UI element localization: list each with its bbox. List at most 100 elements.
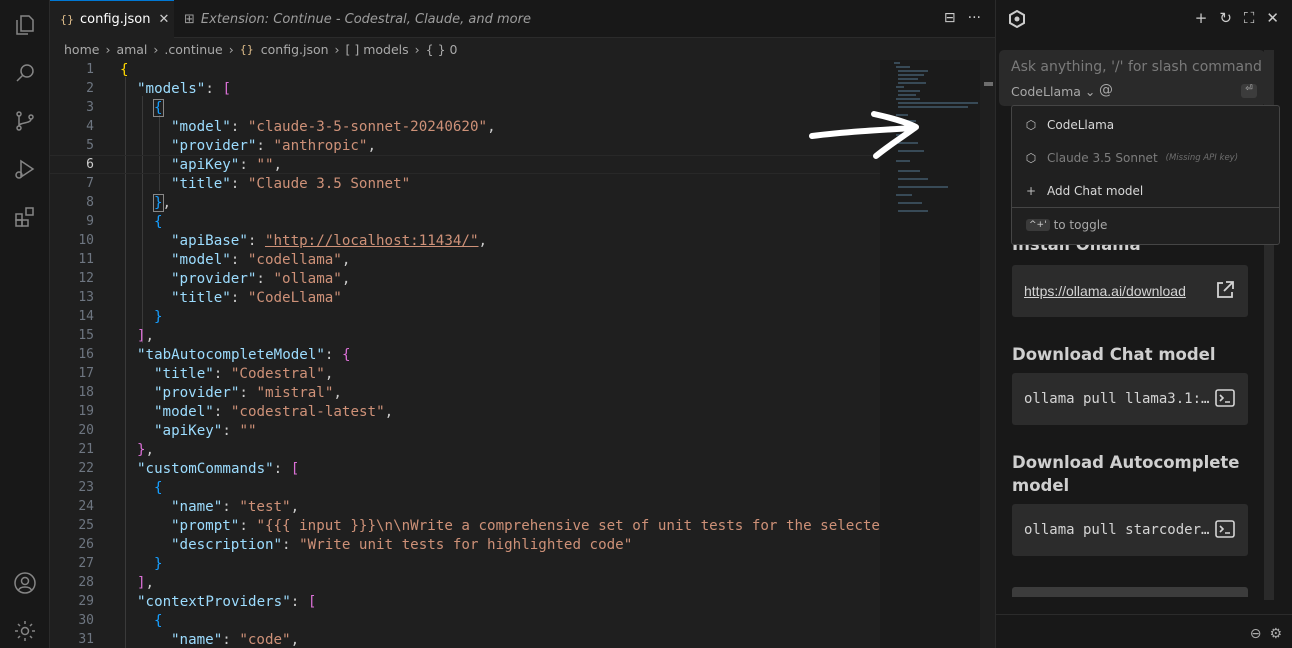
code-token: "customCommands" — [137, 460, 274, 477]
download-autocomplete-heading: Download Autocomplete model — [1012, 453, 1240, 495]
chat-input[interactable]: Ask anything, '/' for slash commands, '@… — [999, 50, 1265, 106]
code-token: "apiKey" — [154, 422, 223, 439]
tab-extension-continue[interactable]: ⊞ Extension: Continue - Codestral, Claud… — [174, 0, 554, 38]
explorer-icon[interactable] — [12, 12, 38, 38]
code-token: : — [230, 118, 248, 135]
tab-config-json[interactable]: {} config.json ✕ — [50, 0, 174, 38]
code-line: 25 "prompt": "{{{ input }}}\n\nWrite a co… — [50, 516, 880, 535]
annotation-arrow-icon — [809, 111, 919, 159]
add-chat-model-button[interactable]: + Add Chat model — [1012, 174, 1279, 207]
model-option-claude[interactable]: ⬡ Claude 3.5 Sonnet (Missing API key) — [1012, 141, 1279, 174]
breadcrumb-item[interactable]: .continue — [164, 42, 222, 57]
continue-button[interactable] — [1012, 587, 1248, 597]
breadcrumb-item[interactable]: amal — [116, 42, 147, 57]
code-token: : — [247, 232, 265, 249]
line-number: 19 — [78, 404, 94, 419]
line-number: 28 — [78, 575, 94, 590]
run-debug-icon[interactable] — [12, 156, 38, 182]
settings-gear-icon[interactable] — [12, 618, 38, 644]
code-token: : — [230, 175, 248, 192]
code-token: : — [230, 251, 248, 268]
model-option-label: Add Chat model — [1047, 183, 1144, 198]
terminal-icon[interactable] — [1214, 518, 1236, 540]
zoom-out-icon[interactable]: ⊖ — [1250, 626, 1262, 642]
close-icon[interactable]: ✕ — [1266, 9, 1279, 27]
code-token: "codellama" — [247, 251, 342, 268]
code-token: [ — [307, 593, 317, 610]
split-editor-icon[interactable]: ⊟ — [944, 10, 956, 26]
editor-scrollbar[interactable] — [982, 60, 995, 648]
autocomplete-cmd-card[interactable]: ollama pull starcoder… — [1012, 504, 1248, 556]
shortcut-key: ^+' — [1026, 219, 1050, 231]
code-line: 12 "provider": "ollama", — [50, 269, 880, 288]
terminal-icon[interactable] — [1214, 387, 1236, 409]
scroll-thumb[interactable] — [984, 82, 993, 86]
code-editor[interactable]: 1{ 2 "models": [ 3{ 4 "model": "claude-3-5… — [50, 60, 880, 648]
fullscreen-icon[interactable]: ⛶ — [1244, 9, 1255, 27]
account-icon[interactable] — [12, 570, 38, 596]
code-line: 13 "title": "CodeLlama" — [50, 288, 880, 307]
history-icon[interactable]: ↻ — [1219, 9, 1232, 27]
code-token: "title" — [154, 365, 214, 382]
model-selector[interactable]: CodeLlama ⌄ — [1011, 84, 1095, 99]
code-token: } — [154, 308, 163, 325]
code-token: { — [154, 479, 163, 496]
code-token: { — [154, 612, 163, 629]
install-link-card[interactable]: https://ollama.ai/download — [1012, 265, 1248, 317]
ollama-download-link[interactable]: https://ollama.ai/download — [1024, 283, 1186, 299]
chevron-right-icon: › — [334, 41, 340, 57]
settings-gear-icon[interactable]: ⚙ — [1269, 626, 1282, 642]
breadcrumb-item[interactable]: { } 0 — [426, 42, 458, 57]
minimap-line — [896, 194, 912, 196]
code-token: "test" — [239, 498, 291, 515]
code-token: : — [256, 270, 274, 287]
code-token: "apiBase" — [171, 232, 248, 249]
chat-cmd-card[interactable]: ollama pull llama3.1:… — [1012, 373, 1248, 425]
minimap-line — [896, 98, 920, 100]
panel-actions: + ↻ ⛶ ✕ — [1195, 9, 1279, 27]
code-token: : — [324, 346, 343, 363]
autocomplete-cmd-text: ollama pull starcoder… — [1024, 522, 1210, 538]
code-link[interactable]: "http://localhost:11434/" — [265, 233, 479, 249]
line-number: 12 — [78, 271, 94, 286]
code-token: "contextProviders" — [137, 593, 291, 610]
code-token: { — [342, 346, 351, 363]
code-token: "" — [256, 156, 274, 173]
code-token: , — [290, 631, 300, 648]
toggle-hint-label: to toggle — [1053, 218, 1108, 232]
model-option-codellama[interactable]: ⬡ CodeLlama — [1012, 108, 1279, 141]
line-number: 1 — [86, 62, 94, 77]
external-link-icon[interactable] — [1214, 279, 1236, 301]
code-token: , — [145, 327, 155, 344]
code-token: "mistral" — [256, 384, 334, 401]
code-token: : — [282, 536, 300, 553]
model-option-label: CodeLlama — [1047, 117, 1115, 132]
at-mention-icon[interactable]: @ — [1099, 82, 1113, 98]
search-icon[interactable] — [12, 60, 38, 86]
download-chat-heading: Download Chat model — [1012, 345, 1216, 364]
code-token: "Codestral" — [230, 365, 325, 382]
source-control-icon[interactable] — [12, 108, 38, 134]
code-token: "provider" — [154, 384, 240, 401]
chevron-right-icon: › — [414, 41, 420, 57]
breadcrumb-item[interactable]: config.json — [261, 42, 329, 57]
breadcrumb-item[interactable]: home — [64, 42, 99, 57]
code-line: 4 "model": "claude-3-5-sonnet-20240620", — [50, 117, 880, 136]
close-icon[interactable]: ✕ — [159, 12, 170, 27]
tab-label: Extension: Continue - Codestral, Claude,… — [200, 11, 531, 27]
code-token: , — [487, 118, 496, 135]
panel-divider — [996, 614, 1292, 615]
code-token: , — [290, 498, 300, 515]
code-line: 23 { — [50, 478, 880, 497]
json-file-icon: {} — [60, 13, 74, 26]
code-token: "description" — [171, 536, 283, 553]
more-actions-icon[interactable]: ··· — [968, 10, 981, 26]
breadcrumb-item[interactable]: [ ] models — [346, 42, 409, 57]
line-number: 21 — [78, 442, 94, 457]
new-session-icon[interactable]: + — [1195, 9, 1208, 27]
extensions-icon[interactable] — [12, 204, 38, 230]
missing-key-note: (Missing API key) — [1165, 152, 1239, 163]
enter-icon[interactable]: ⏎ — [1241, 84, 1257, 98]
code-token: "model" — [154, 403, 214, 420]
code-token: "codestral-latest" — [230, 403, 385, 420]
